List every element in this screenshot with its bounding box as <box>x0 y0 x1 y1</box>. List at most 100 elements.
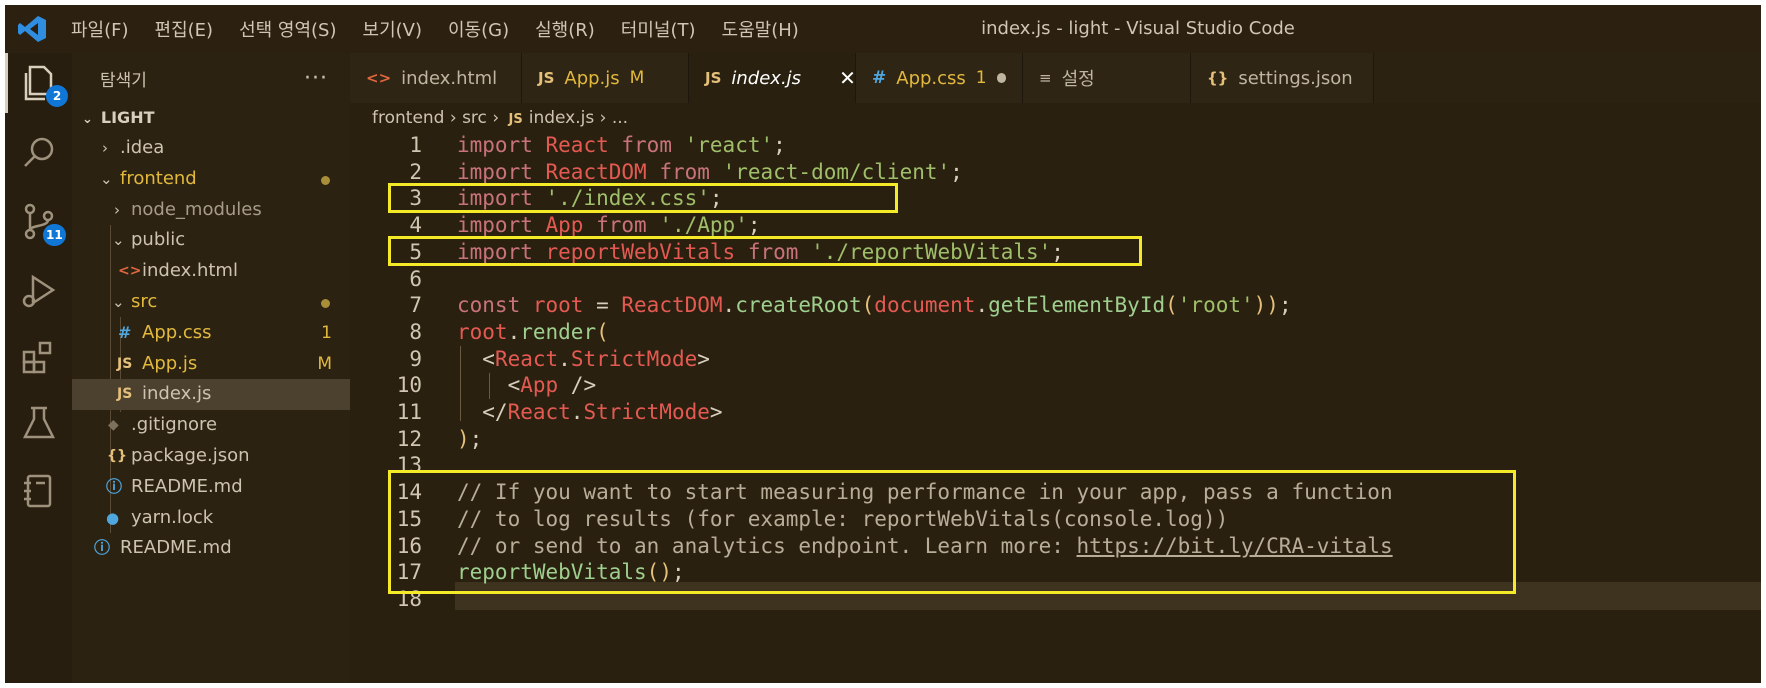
notebook-button[interactable] <box>5 461 72 521</box>
tab-app-css[interactable]: # App.css 1 <box>856 53 1023 103</box>
code-line[interactable]: const root = ReactDOM.createRoot(documen… <box>457 293 1292 317</box>
tree-item-index-html[interactable]: <> index.html <box>72 256 350 287</box>
more-actions-button[interactable]: ··· <box>304 66 328 91</box>
tab-app-js[interactable]: JS App.js M <box>522 53 689 103</box>
tree-item-yarn-lock[interactable]: ● yarn.lock <box>72 503 350 534</box>
breadcrumb-item[interactable]: src <box>462 108 487 128</box>
breadcrumb-item[interactable]: ... <box>612 108 628 128</box>
modified-dot-icon <box>321 175 330 185</box>
tree-item-gitignore[interactable]: ◆ .gitignore <box>72 410 350 441</box>
menu-go[interactable]: 이동(G) <box>448 16 509 42</box>
tree-item-label: package.json <box>131 444 250 466</box>
tree-item-label: .gitignore <box>131 414 218 436</box>
code-line[interactable]: import React from 'react'; <box>457 133 786 157</box>
chevron-down-icon: ⌄ <box>112 292 125 311</box>
js-file-icon: JS <box>508 112 523 127</box>
js-file-icon: JS <box>117 355 133 372</box>
tree-item-label: src <box>131 290 158 312</box>
menu-selection[interactable]: 선택 영역(S) <box>239 16 336 42</box>
git-status: M <box>629 68 645 88</box>
tree-item-label: yarn.lock <box>131 506 214 528</box>
menu-view[interactable]: 보기(V) <box>363 16 422 42</box>
menu-file[interactable]: 파일(F) <box>71 16 129 42</box>
json-file-icon: {} <box>107 447 127 464</box>
tree-item-label: App.css <box>142 321 212 343</box>
html-file-icon: <> <box>366 69 392 87</box>
vscode-window: index.js - light - Visual Studio Code 파일… <box>5 5 1761 683</box>
chevron-down-icon: ⌄ <box>100 169 113 188</box>
close-icon[interactable]: ✕ <box>839 66 856 90</box>
title-bar: index.js - light - Visual Studio Code 파일… <box>5 5 1761 53</box>
line-number: 10 <box>396 373 422 398</box>
tree-item-idea[interactable]: › .idea <box>72 133 350 164</box>
tab-label: settings.json <box>1238 67 1353 89</box>
tab-settings-ui[interactable]: ≡ 설정 <box>1023 53 1191 103</box>
code-line[interactable]: ); <box>457 427 482 451</box>
tree-item-label: public <box>131 229 186 251</box>
js-file-icon: JS <box>117 386 133 403</box>
yarn-file-icon: ● <box>106 508 120 527</box>
tree-item-label: App.js <box>142 352 198 374</box>
notebook-icon <box>23 474 51 508</box>
menu-terminal[interactable]: 터미널(T) <box>621 16 696 42</box>
workspace-section[interactable]: ⌄ LIGHT <box>72 103 350 133</box>
tab-index-html[interactable]: <> index.html <box>350 53 522 103</box>
tree-item-package-json[interactable]: {} package.json <box>72 441 350 472</box>
tree-item-frontend[interactable]: ⌄ frontend <box>72 164 350 195</box>
highlight-box <box>388 470 1516 594</box>
workspace-name: LIGHT <box>100 108 155 127</box>
search-icon <box>23 137 53 167</box>
line-number: 11 <box>396 400 422 424</box>
tree-item-index-js[interactable]: JS index.js <box>72 379 350 411</box>
tab-label: App.js <box>564 67 620 89</box>
code-line[interactable]: <App /> <box>457 373 597 397</box>
explorer-button[interactable]: 2 <box>5 53 72 113</box>
breadcrumb-item[interactable]: frontend <box>372 108 444 128</box>
menu-bar: 파일(F) 편집(E) 선택 영역(S) 보기(V) 이동(G) 실행(R) 터… <box>71 5 825 53</box>
source-control-badge: 11 <box>43 224 66 246</box>
tree-item-public[interactable]: ⌄ public <box>72 225 350 256</box>
line-number: 1 <box>409 133 422 157</box>
extensions-button[interactable] <box>5 328 72 388</box>
line-number: 4 <box>409 213 422 238</box>
tree-item-app-css[interactable]: # App.css 1 <box>72 318 350 349</box>
menu-run[interactable]: 실행(R) <box>535 16 595 42</box>
tree-item-readme-frontend[interactable]: ⓘ README.md <box>72 472 350 503</box>
tree-item-readme-root[interactable]: ⓘ README.md <box>72 533 350 564</box>
testing-button[interactable] <box>5 393 72 453</box>
code-line[interactable]: root.render( <box>457 320 609 344</box>
source-control-button[interactable]: 11 <box>5 191 72 251</box>
tab-label: index.html <box>401 67 498 89</box>
code-line[interactable]: <React.StrictMode> <box>457 347 710 371</box>
line-number: 8 <box>409 319 422 344</box>
file-tree: › .idea ⌄ frontend › node_modules ⌄ publ… <box>72 133 350 564</box>
tab-index-js[interactable]: JS index.js ✕ <box>689 53 856 103</box>
menu-help[interactable]: 도움말(H) <box>722 16 799 42</box>
line-number: 6 <box>409 266 422 291</box>
search-button[interactable] <box>5 123 72 183</box>
menu-edit[interactable]: 편집(E) <box>155 16 214 42</box>
activity-bar: 2 11 <box>5 53 72 683</box>
tree-item-label: node_modules <box>131 198 262 220</box>
tab-settings-json[interactable]: {} settings.json <box>1191 53 1374 103</box>
css-file-icon: # <box>118 322 132 342</box>
tree-item-app-js[interactable]: JS App.js M <box>72 349 350 380</box>
line-number: 12 <box>396 426 422 451</box>
chevron-down-icon: ⌄ <box>112 231 125 250</box>
git-status: M <box>317 353 332 374</box>
tree-item-src[interactable]: ⌄ src <box>72 287 350 318</box>
code-line[interactable]: import ReactDOM from 'react-dom/client'; <box>457 160 963 184</box>
code-editor[interactable]: 1 2 3 4 5 6 7 8 9 10 11 12 13 14 15 16 17 18 import React… <box>350 133 1761 683</box>
chevron-right-icon: › <box>102 139 108 157</box>
run-debug-button[interactable] <box>5 261 72 321</box>
line-number: 2 <box>409 159 422 184</box>
breadcrumb-item[interactable]: index.js <box>529 108 595 128</box>
tree-item-label: index.js <box>142 383 212 405</box>
code-line[interactable]: </React.StrictMode> <box>457 400 722 424</box>
chevron-down-icon: ⌄ <box>82 112 93 127</box>
tree-item-node-modules[interactable]: › node_modules <box>72 195 350 226</box>
tab-label: App.css <box>896 67 966 89</box>
code-line[interactable]: import App from './App'; <box>457 213 761 237</box>
indent-guide <box>489 373 490 399</box>
problem-count: 1 <box>975 68 987 88</box>
